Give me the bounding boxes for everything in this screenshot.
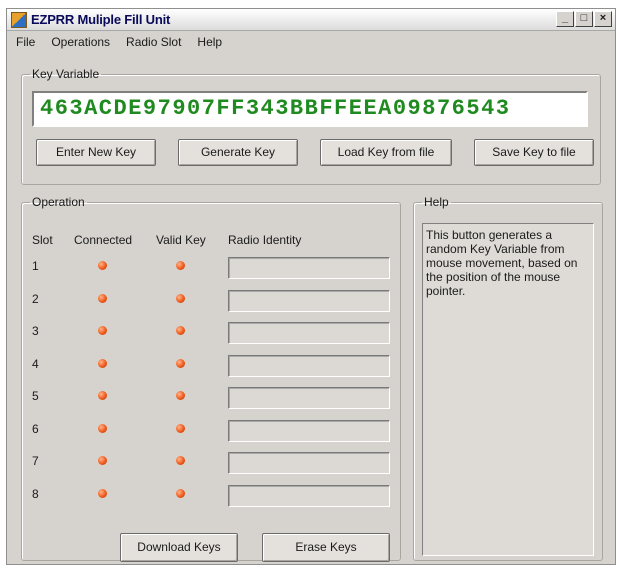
menu-radio-slot[interactable]: Radio Slot (121, 35, 192, 49)
valid-key-indicator-icon (176, 488, 185, 498)
radio-identity-field[interactable] (228, 387, 390, 409)
valid-key-indicator-icon (176, 423, 185, 433)
menu-bar: File Operations Radio Slot Help (7, 32, 615, 52)
download-keys-button[interactable]: Download Keys (120, 533, 238, 562)
help-text: This button generates a random Key Varia… (422, 223, 594, 556)
valid-key-indicator-icon (176, 358, 185, 368)
slot-number: 5 (32, 389, 39, 403)
close-button[interactable]: × (594, 11, 612, 27)
slot-number: 4 (32, 356, 39, 371)
radio-identity-field[interactable] (228, 354, 390, 377)
valid-key-indicator-icon (176, 391, 185, 400)
main-window: EZPRR Muliple Fill Unit _ □ × File Opera… (6, 8, 616, 565)
help-legend: Help (424, 195, 449, 209)
menu-file[interactable]: File (11, 35, 46, 49)
radio-identity-column-header: Radio Identity (228, 233, 302, 247)
valid-key-indicator-icon (176, 293, 185, 303)
enter-new-key-button[interactable]: Enter New Key (36, 139, 156, 166)
radio-identity-field[interactable] (228, 419, 390, 442)
radio-identity-field[interactable] (228, 484, 390, 507)
operation-group: Operation Slot Connected Valid Key Radio… (21, 195, 401, 562)
valid-key-indicator-icon (176, 326, 185, 335)
connected-indicator-icon (98, 261, 107, 270)
slot-number: 3 (32, 324, 39, 338)
slot-number: 7 (32, 454, 39, 468)
connected-indicator-icon (98, 456, 107, 465)
minimize-button[interactable]: _ (556, 11, 574, 27)
valid-key-column-header: Valid Key (156, 233, 206, 247)
erase-keys-button[interactable]: Erase Keys (262, 533, 390, 562)
connected-indicator-icon (98, 293, 107, 303)
slot-number: 6 (32, 421, 39, 436)
connected-indicator-icon (98, 488, 107, 498)
connected-indicator-icon (98, 358, 107, 368)
menu-operations[interactable]: Operations (46, 35, 121, 49)
slot-number: 8 (32, 486, 39, 501)
slot-column-header: Slot (32, 233, 53, 247)
maximize-button[interactable]: □ (575, 11, 593, 27)
menu-help[interactable]: Help (192, 35, 233, 49)
key-variable-display[interactable]: 463ACDE97907FF343BBFFEEA09876543 (32, 91, 588, 127)
app-icon (11, 12, 27, 28)
radio-identity-field[interactable] (228, 257, 390, 279)
operation-legend: Operation (32, 195, 85, 209)
key-variable-group: Key Variable 463ACDE97907FF343BBFFEEA098… (21, 67, 601, 185)
connected-indicator-icon (98, 326, 107, 335)
valid-key-indicator-icon (176, 456, 185, 465)
key-variable-legend: Key Variable (32, 67, 100, 81)
save-key-button[interactable]: Save Key to file (474, 139, 594, 166)
slot-number: 1 (32, 259, 39, 273)
window-title: EZPRR Muliple Fill Unit (31, 12, 171, 27)
radio-identity-field[interactable] (228, 322, 390, 344)
generate-key-button[interactable]: Generate Key (178, 139, 298, 166)
radio-identity-field[interactable] (228, 289, 390, 312)
radio-identity-field[interactable] (228, 452, 390, 474)
valid-key-indicator-icon (176, 261, 185, 270)
slot-number: 2 (32, 291, 39, 306)
connected-indicator-icon (98, 391, 107, 400)
connected-column-header: Connected (74, 233, 133, 247)
title-bar[interactable]: EZPRR Muliple Fill Unit _ □ × (7, 9, 615, 31)
load-key-button[interactable]: Load Key from file (320, 139, 452, 166)
connected-indicator-icon (98, 423, 107, 433)
help-group: Help This button generates a random Key … (413, 195, 603, 561)
